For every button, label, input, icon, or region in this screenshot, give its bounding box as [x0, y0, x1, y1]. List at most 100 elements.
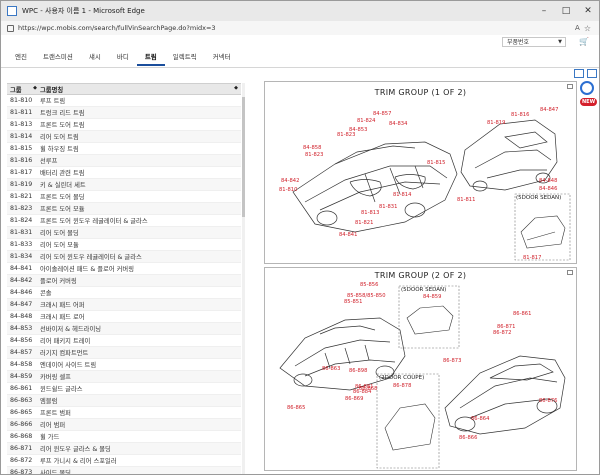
- table-row[interactable]: 81-811 트렁크 리드 트림: [7, 107, 241, 119]
- part-callout[interactable]: 81-824: [357, 118, 375, 124]
- table-row[interactable]: 84-857 러기지 컴파트먼트: [7, 347, 241, 359]
- part-callout[interactable]: 81-821: [355, 220, 373, 226]
- part-callout[interactable]: 85-856: [360, 282, 378, 288]
- part-callout[interactable]: 84-859: [423, 294, 441, 300]
- table-row[interactable]: 81-813 프론트 도어 트림: [7, 119, 241, 131]
- part-callout[interactable]: 84-834: [389, 121, 407, 127]
- table-row[interactable]: 81-817 배터리 관련 트림: [7, 167, 241, 179]
- table-row[interactable]: 84-847 크래시 패드 어퍼: [7, 299, 241, 311]
- table-row[interactable]: 86-872 루프 가니시 & 리어 스포일러: [7, 455, 241, 467]
- part-callout[interactable]: 86-872: [493, 330, 511, 336]
- part-callout[interactable]: 86-864: [471, 416, 489, 422]
- read-aloud-icon[interactable]: A: [575, 24, 580, 32]
- table-row[interactable]: 81-810 루프 트림: [7, 95, 241, 107]
- table-row[interactable]: 81-834 리어 도어 윈도우 레귤레이터 & 글라스: [7, 251, 241, 263]
- part-callout[interactable]: 84-857: [373, 111, 391, 117]
- new-badge[interactable]: NEW: [580, 98, 598, 106]
- part-callout[interactable]: 81-811: [457, 197, 475, 203]
- table-row[interactable]: 81-821 프론트 도어 몰딩: [7, 191, 241, 203]
- trim-diagram-2[interactable]: TRIM GROUP (2 OF 2) (5DOOR SEDAN) (2DOOR…: [264, 267, 577, 471]
- image-view-icon[interactable]: [587, 69, 597, 78]
- part-callout[interactable]: 81-817: [523, 255, 541, 261]
- table-row[interactable]: 81-824 프론트 도어 윈도우 레귤레이터 & 글라스: [7, 215, 241, 227]
- part-callout[interactable]: 86-869: [345, 396, 363, 402]
- part-callout[interactable]: 81-810: [279, 187, 297, 193]
- part-callout[interactable]: 84-841: [339, 232, 357, 238]
- part-callout[interactable]: 84-847: [540, 107, 558, 113]
- table-row[interactable]: 84-848 크래시 패드 로어: [7, 311, 241, 323]
- scrollbar-thumb[interactable]: [242, 97, 245, 217]
- part-callout[interactable]: 81-816: [511, 112, 529, 118]
- sort-icon[interactable]: ◆: [234, 85, 238, 91]
- table-row[interactable]: 84-856 리어 패키지 트레이: [7, 335, 241, 347]
- window-title: WPC - 사용자 이름 1 - Microsoft Edge: [22, 7, 145, 15]
- split-view-icon[interactable]: [574, 69, 584, 78]
- table-row[interactable]: 86-865 프론트 범퍼: [7, 407, 241, 419]
- address-bar[interactable]: https://wpc.mobis.com/search/fullVinSear…: [1, 21, 599, 35]
- table-row[interactable]: 86-871 리어 윈도우 글라스 & 몰딩: [7, 443, 241, 455]
- table-row[interactable]: 84-853 선바이저 & 헤드라이닝: [7, 323, 241, 335]
- part-callout[interactable]: 81-814: [393, 192, 411, 198]
- url-text[interactable]: https://wpc.mobis.com/search/fullVinSear…: [18, 24, 575, 32]
- part-callout[interactable]: 86-866: [459, 435, 477, 441]
- minimize-icon[interactable]: –: [533, 6, 555, 16]
- table-row[interactable]: 86-863 엠블럼: [7, 395, 241, 407]
- part-callout[interactable]: 85-851: [344, 299, 362, 305]
- group-name: 루프 가니시 & 리어 스포일러: [40, 458, 117, 465]
- table-row[interactable]: 81-831 리어 도어 몰딩: [7, 227, 241, 239]
- column-header-group[interactable]: 그룹 ◆: [7, 85, 40, 94]
- table-row[interactable]: 81-819 키 & 실린더 세트: [7, 179, 241, 191]
- part-callout[interactable]: 84-848: [539, 178, 557, 184]
- part-callout[interactable]: 86-863: [322, 366, 340, 372]
- part-callout[interactable]: 81-819: [487, 120, 505, 126]
- table-row[interactable]: 81-814 리어 도어 트림: [7, 131, 241, 143]
- part-callout[interactable]: 81-813: [361, 210, 379, 216]
- part-callout[interactable]: 84-842: [281, 178, 299, 184]
- tab-4[interactable]: 트림: [136, 51, 165, 66]
- search-type-select[interactable]: 부품번호 ▼: [502, 37, 566, 47]
- table-row[interactable]: 84-841 아이솔레이션 패드 & 플로어 커버링: [7, 263, 241, 275]
- part-callout[interactable]: 86-898: [349, 368, 367, 374]
- part-callout[interactable]: 81-815: [427, 160, 445, 166]
- table-row[interactable]: 84-846 콘솔: [7, 287, 241, 299]
- table-row[interactable]: 84-842 플로어 커버링: [7, 275, 241, 287]
- table-row[interactable]: 86-861 윈드쉴드 글라스: [7, 383, 241, 395]
- table-row[interactable]: 81-816 선루프: [7, 155, 241, 167]
- trim-diagram-1[interactable]: TRIM GROUP (1 OF 2) (5DOOR SEDAN) 84-857…: [264, 81, 577, 264]
- part-callout[interactable]: 81-823: [337, 132, 355, 138]
- browser-window: WPC - 사용자 이름 1 - Microsoft Edge – □ ✕ ht…: [0, 0, 600, 475]
- table-row[interactable]: 84-858 엔데이어 사이드 트림: [7, 359, 241, 371]
- part-callout[interactable]: 86-861: [513, 311, 531, 317]
- table-row[interactable]: 81-815 휠 하우징 트림: [7, 143, 241, 155]
- part-callout[interactable]: 86-876: [539, 398, 557, 404]
- sort-icon[interactable]: ◆: [33, 85, 37, 91]
- close-icon[interactable]: ✕: [577, 6, 599, 16]
- part-callout[interactable]: 86-884: [353, 389, 371, 395]
- tab-2[interactable]: 섀시: [81, 51, 109, 64]
- tab-5[interactable]: 일렉트릭: [165, 51, 205, 64]
- refresh-badge-icon[interactable]: [580, 81, 594, 95]
- part-callout[interactable]: 84-858: [303, 145, 321, 151]
- column-header-name[interactable]: 그룹명칭 ◆: [40, 85, 241, 94]
- cart-icon[interactable]: 🛒: [579, 37, 589, 46]
- favorite-star-icon[interactable]: ☆: [584, 24, 591, 33]
- part-callout[interactable]: 86-865: [287, 405, 305, 411]
- part-callout[interactable]: 81-831: [379, 204, 397, 210]
- tab-0[interactable]: 엔진: [7, 51, 35, 64]
- part-callout[interactable]: 81-823: [305, 152, 323, 158]
- part-callout[interactable]: 86-878: [393, 383, 411, 389]
- part-callout[interactable]: 86-873: [443, 358, 461, 364]
- table-row[interactable]: 86-866 리어 범퍼: [7, 419, 241, 431]
- table-row[interactable]: 81-833 리어 도어 모듈: [7, 239, 241, 251]
- tab-3[interactable]: 바디: [109, 51, 137, 64]
- table-row[interactable]: 81-823 프론트 도어 모듈: [7, 203, 241, 215]
- tab-6[interactable]: 커넥터: [205, 51, 239, 64]
- list-scrollbar[interactable]: [242, 83, 245, 474]
- group-code: 81-810: [10, 97, 33, 104]
- table-row[interactable]: 84-859 카버링 셀프: [7, 371, 241, 383]
- part-callout[interactable]: 84-846: [539, 186, 557, 192]
- table-row[interactable]: 86-868 휠 가드: [7, 431, 241, 443]
- maximize-icon[interactable]: □: [555, 6, 577, 16]
- tab-1[interactable]: 트랜스미션: [35, 51, 81, 64]
- table-row[interactable]: 86-873 사이드 몰딩: [7, 467, 241, 474]
